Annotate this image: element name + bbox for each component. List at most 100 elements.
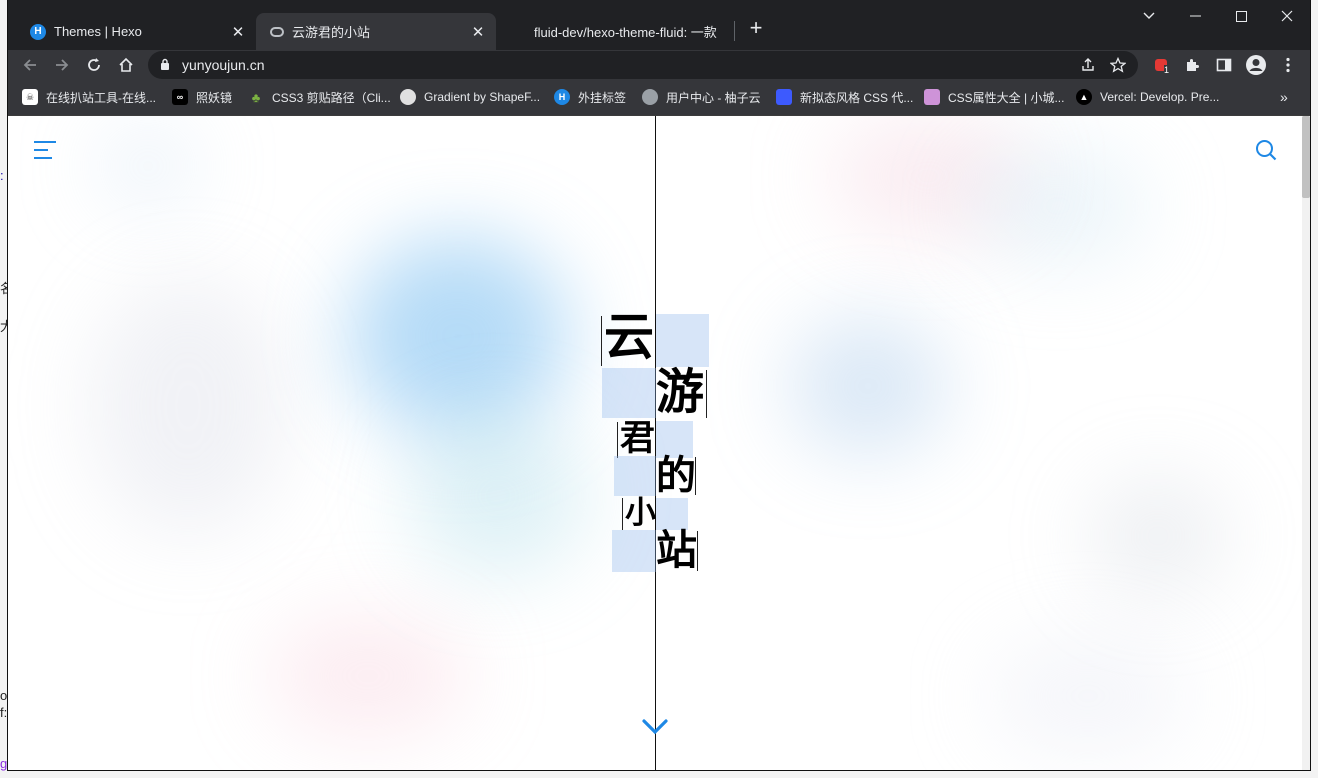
background-text: f: [0,705,8,720]
text-cursor [617,422,618,458]
extension-badge: 1 [1164,65,1170,75]
gradient-icon [400,89,416,105]
bookmark-item[interactable]: ♣ CSS3 剪贴路径（Cli... [248,88,391,106]
background-text: g [0,756,8,771]
profile-avatar-icon[interactable] [1244,53,1268,77]
minimize-button[interactable] [1172,4,1218,28]
sprout-icon: ♣ [251,89,261,105]
bookmarks-bar: ☠ 在线扒站工具-在线... ∞ 照妖镜 ♣ CSS3 剪贴路径（Cli... … [8,80,1310,116]
bookmark-item[interactable]: 用户中心 - 柚子云 [642,88,761,106]
hexo-icon: H [30,23,46,40]
address-bar[interactable]: yunyoujun.cn [148,51,1138,79]
neumorphism-icon [776,89,792,105]
page-viewport: 云 游 君 的 小 站 [8,116,1310,770]
chevron-down-icon [642,719,668,735]
text-cursor [695,457,696,495]
text-cursor [601,316,602,366]
search-button[interactable] [1254,138,1278,162]
bookmark-item[interactable]: ☠ 在线扒站工具-在线... [22,88,156,106]
bookmark-label: 用户中心 - 柚子云 [666,90,761,105]
background-text: : [0,168,4,183]
bookmark-item[interactable]: ∞ 照妖镜 [172,88,232,106]
bookmark-item[interactable]: H 外挂标签 [554,88,626,106]
bookmarks-overflow-chevron-icon[interactable]: » [1280,88,1288,106]
close-icon[interactable]: ✕ [230,24,246,41]
background-blob [1088,476,1228,596]
new-tab-button[interactable]: + [746,17,766,39]
bookmark-label: CSS3 剪贴路径（Cli... [272,90,391,105]
close-icon[interactable]: ✕ [470,24,486,41]
bookmark-item[interactable]: CSS属性大全 | 小城... [924,88,1064,106]
text-cursor [622,498,623,530]
extension-adblock-icon[interactable]: 1 [1150,53,1174,77]
lock-icon[interactable] [160,58,170,76]
scroll-down-button[interactable] [642,718,668,736]
bookmark-label: 新拟态风格 CSS 代... [800,90,914,105]
bookmark-item[interactable]: 新拟态风格 CSS 代... [776,88,913,106]
char-highlight [614,456,656,496]
background-blob [988,636,1188,756]
search-icon [1256,140,1277,161]
text-cursor [697,531,698,571]
browser-toolbar: yunyoujun.cn 1 [8,50,1310,80]
reload-button[interactable] [82,53,106,77]
title-char: 的 [656,452,696,499]
vercel-icon: ▲ [1076,89,1092,105]
background-blob [968,146,1148,266]
scrollbar-thumb[interactable] [1302,116,1310,198]
title-char: 云 [604,307,654,366]
bookmark-label: 在线扒站工具-在线... [46,90,156,105]
title-char: 君 [620,418,656,459]
github-icon [510,24,526,40]
tab-fluid-github[interactable]: fluid-dev/hexo-theme-fluid: 一款 [496,13,736,50]
tab-title: fluid-dev/hexo-theme-fluid: 一款 [534,25,717,40]
background-blob [88,276,288,536]
tab-title: 云游君的小站 [292,25,371,40]
char-highlight [612,530,656,572]
home-button[interactable] [114,53,138,77]
side-panel-icon[interactable] [1212,53,1236,77]
tab-separator [734,21,735,41]
site-icon [270,26,284,37]
more-menu-icon[interactable] [1276,53,1300,77]
infinity-icon: ∞ [172,89,188,105]
title-char: 游 [656,364,705,420]
css-icon [924,89,940,105]
text-cursor [706,370,707,418]
tab-search-chevron-icon[interactable] [1126,4,1172,28]
tab-title: Themes | Hexo [54,24,142,39]
ghost-icon: ☠ [22,89,38,105]
bookmark-label: Gradient by ShapeF... [424,90,541,104]
bookmark-label: 照妖镜 [196,90,233,105]
background-blob [268,616,468,736]
share-icon[interactable] [1078,55,1098,75]
bookmark-item[interactable]: ▲ Vercel: Develop. Pre... [1076,88,1219,106]
hamburger-icon [34,141,56,159]
char-highlight [602,368,656,418]
bookmark-label: Vercel: Develop. Pre... [1100,90,1220,104]
background-blob [98,126,198,206]
url-text[interactable]: yunyoujun.cn [182,57,265,73]
tab-yunyoujun[interactable]: 云游君的小站 ✕ [256,13,496,50]
char-highlight [656,314,709,367]
hexo-icon: H [554,89,570,105]
browser-window: H Themes | Hexo ✕ 云游君的小站 ✕ fluid-dev/hex… [8,0,1310,770]
title-char: 站 [656,526,697,574]
title-char: 小 [625,495,656,531]
tab-strip: H Themes | Hexo ✕ 云游君的小站 ✕ fluid-dev/hex… [8,0,1310,50]
maximize-button[interactable] [1218,4,1264,28]
globe-icon [642,89,658,105]
bookmark-label: CSS属性大全 | 小城... [948,90,1065,105]
background-blob [348,236,568,436]
forward-button[interactable] [50,53,74,77]
menu-button[interactable] [32,138,56,162]
page-scrollbar[interactable] [1302,116,1310,770]
bookmark-star-icon[interactable] [1108,55,1128,75]
tab-themes-hexo[interactable]: H Themes | Hexo ✕ [16,13,256,50]
extensions-puzzle-icon[interactable] [1180,53,1204,77]
background-blob [408,416,588,576]
close-window-button[interactable] [1264,4,1310,28]
back-button[interactable] [18,53,42,77]
bookmark-item[interactable]: Gradient by ShapeF... [400,88,540,106]
bookmark-label: 外挂标签 [578,90,627,105]
